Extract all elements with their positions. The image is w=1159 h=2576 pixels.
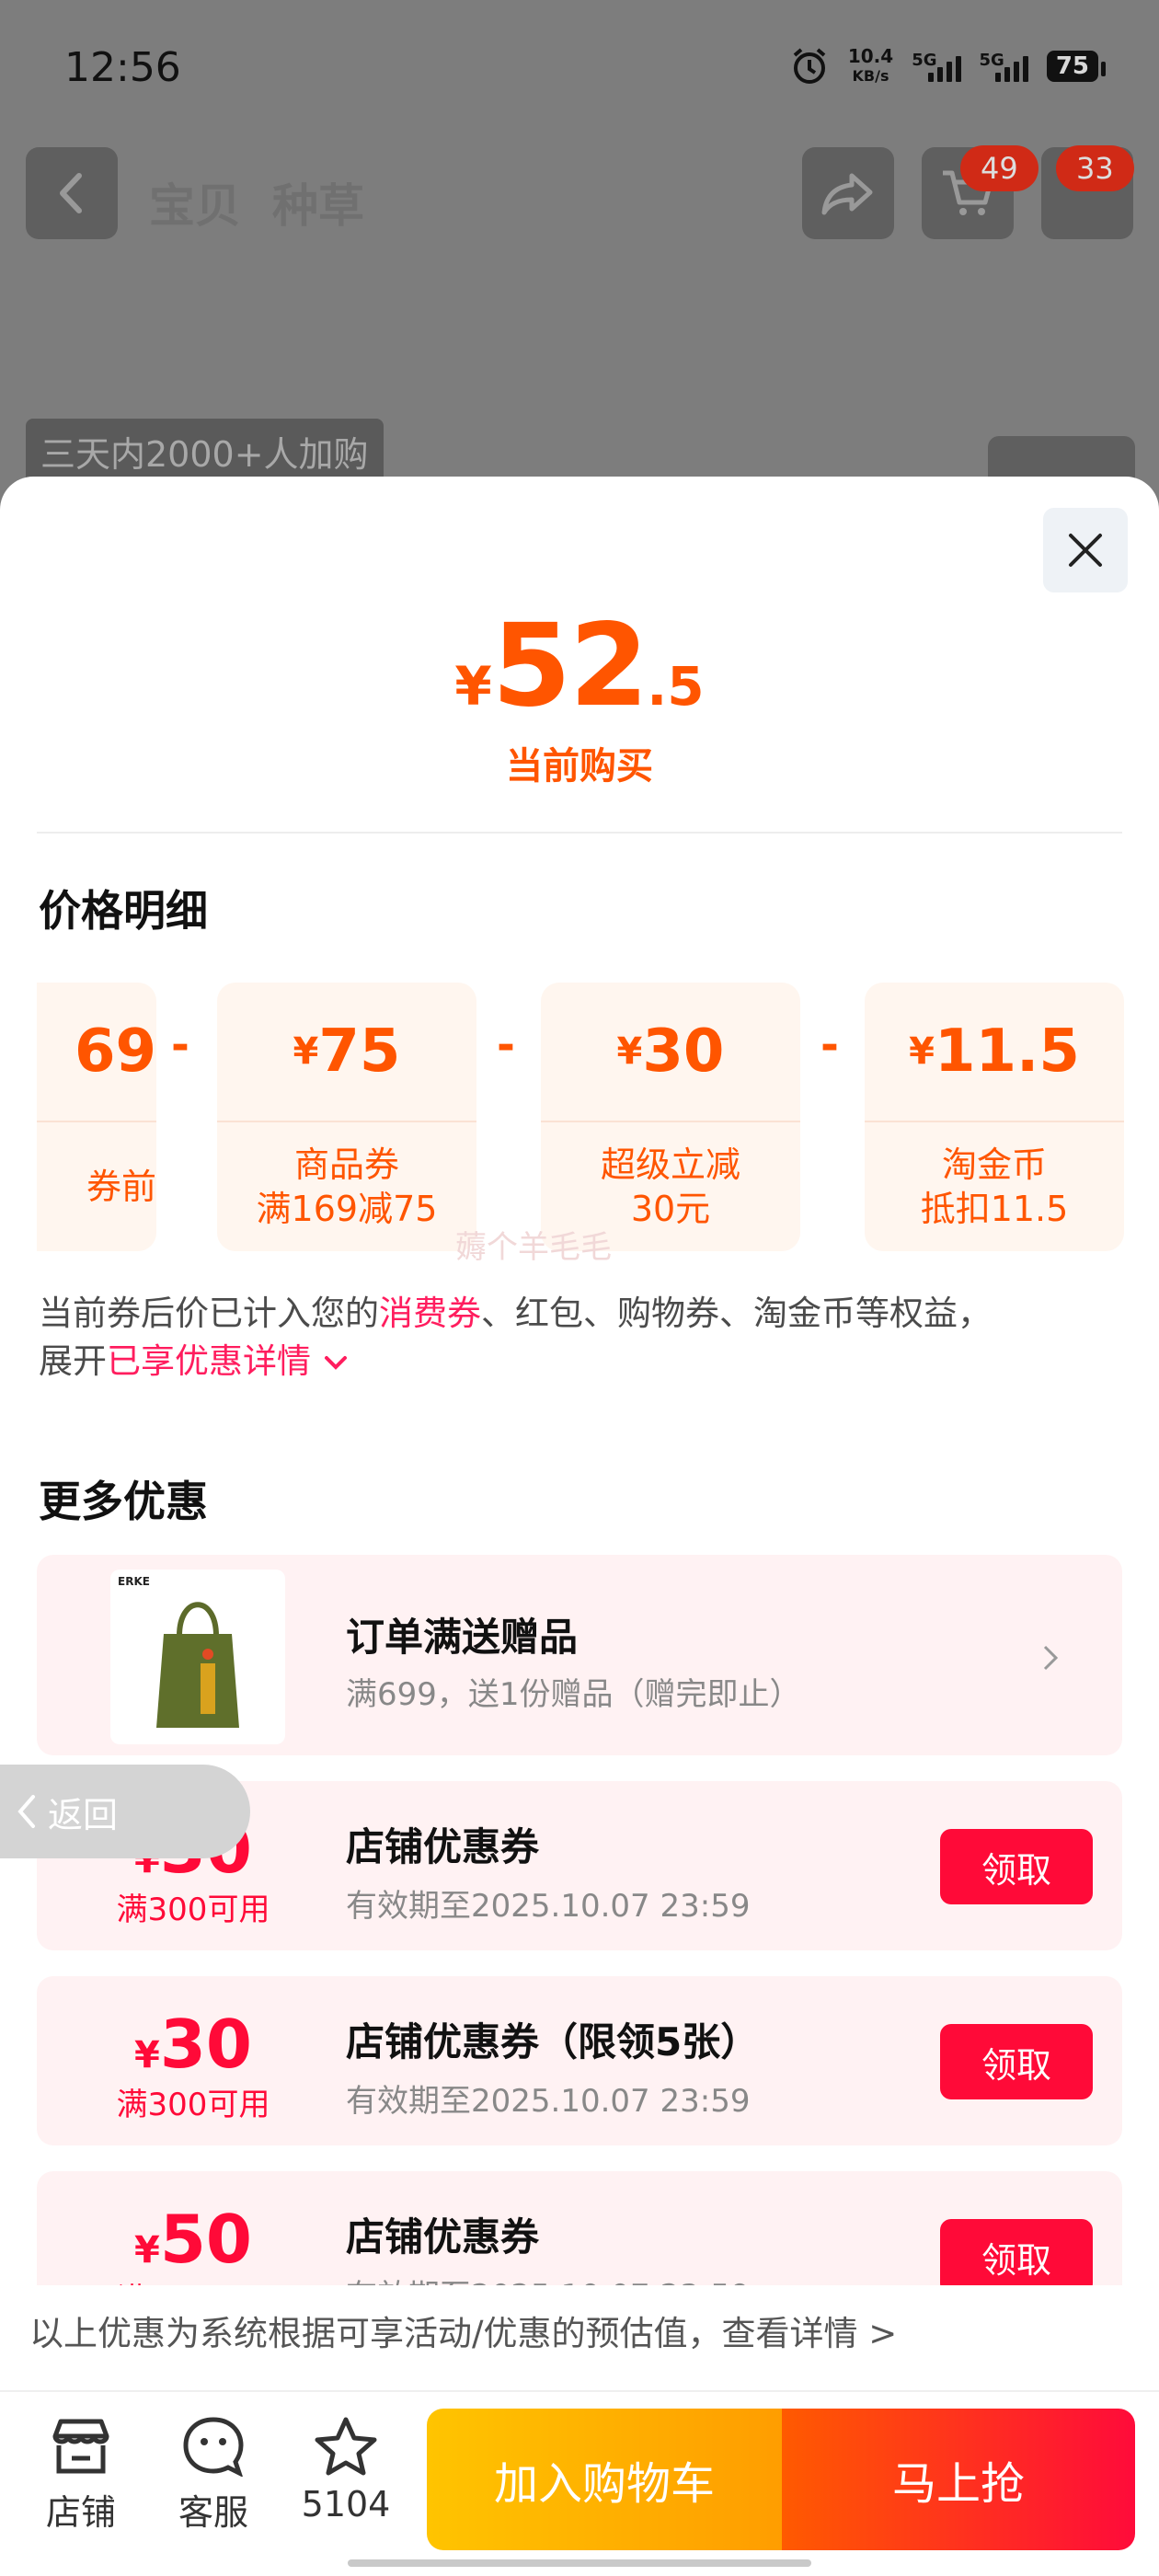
- claim-coupon-button[interactable]: 领取: [940, 1829, 1093, 1904]
- consumer-coupon-link[interactable]: 消费券: [379, 1294, 481, 1333]
- coupon-validity: 有效期至2025.10.07 23:59: [346, 1888, 751, 1925]
- hot-tag: 三天内2000+人加购: [26, 419, 384, 484]
- buy-now-button[interactable]: 马上抢: [782, 2409, 1135, 2550]
- signal-icon-2: 5G: [980, 51, 1028, 82]
- home-indicator[interactable]: [348, 2559, 811, 2567]
- gift-tote-image: ERKE: [110, 1570, 285, 1744]
- signal-icon-1: 5G: [912, 51, 961, 82]
- status-icons: 10.4 KB/s 5G 5G 75: [789, 45, 1107, 86]
- message-badge: 33: [1056, 145, 1134, 191]
- price-breakdown[interactable]: 69 券前 - ¥75 商品券 满169减75 - ¥30 超级立减 30元 - ¥…: [37, 975, 1124, 1260]
- shop-button[interactable]: 店铺: [26, 2416, 136, 2535]
- watermark: 薅个羊毛毛: [455, 1229, 612, 1266]
- status-time: 12:56: [64, 44, 181, 91]
- disclaimer-link[interactable]: 以上优惠为系统根据可享活动/优惠的预估值，查看详情 >: [0, 2285, 1159, 2392]
- gift-subtitle: 满699，送1份赠品（赠完即止）: [346, 1676, 801, 1713]
- more-offers-title: 更多优惠: [39, 1477, 208, 1526]
- price-box-instant-discount: ¥30 超级立减 30元: [541, 983, 800, 1251]
- add-to-cart-button[interactable]: 加入购物车: [427, 2409, 782, 2550]
- favorite-button[interactable]: 5104: [291, 2416, 401, 2524]
- cart-badge: 49: [960, 145, 1039, 191]
- discount-details-toggle[interactable]: 已享优惠详情: [107, 1341, 350, 1381]
- price-detail-title: 价格明细: [39, 886, 208, 936]
- claim-coupon-button[interactable]: 领取: [940, 2219, 1093, 2294]
- close-button[interactable]: [1043, 508, 1128, 592]
- price-box-coupon: ¥75 商品券 满169减75: [217, 983, 476, 1251]
- smiley-chat-icon: [183, 2417, 244, 2477]
- coupon-validity: 有效期至2025.10.07 23:59: [346, 2083, 751, 2120]
- chevron-left-icon: [60, 173, 82, 213]
- alarm-icon: [793, 48, 826, 84]
- price-box-taojinbi: ¥11.5 淘金币 抵扣11.5: [865, 983, 1124, 1251]
- minus-sign: -: [820, 1019, 839, 1071]
- coupon-title: 店铺优惠券（限领5张）: [346, 2019, 760, 2064]
- battery-icon: 75: [1046, 51, 1107, 82]
- chevron-right-icon: [1043, 1645, 1059, 1671]
- chevron-left-icon: [17, 1795, 35, 1828]
- net-speed: 10.4 KB/s: [847, 45, 894, 85]
- back-button[interactable]: [26, 147, 118, 239]
- price-note: 当前券后价已计入您的消费券、红包、购物券、淘金币等权益， 展开已享优惠详情: [39, 1294, 992, 1381]
- gift-title: 订单满送赠品: [346, 1615, 579, 1660]
- minus-sign: -: [497, 1019, 515, 1071]
- current-price-label: 当前购买: [506, 745, 653, 788]
- share-icon: [821, 173, 873, 215]
- share-button[interactable]: [802, 147, 894, 239]
- current-price: ¥52.5: [454, 600, 705, 732]
- price-box-original: 69 券前: [37, 983, 156, 1251]
- tab-baobei[interactable]: 宝贝: [149, 169, 241, 236]
- close-icon: [1069, 534, 1102, 567]
- coupon-amount: ¥30: [133, 2006, 253, 2083]
- star-icon: [315, 2417, 377, 2476]
- shop-icon: [52, 2419, 109, 2474]
- minus-sign: -: [171, 1019, 189, 1071]
- tab-zhongcao[interactable]: 种草: [272, 169, 364, 236]
- customer-service-button[interactable]: 客服: [158, 2416, 269, 2535]
- chevron-down-icon: [324, 1356, 347, 1370]
- coupon-condition: 满300可用: [116, 2087, 270, 2123]
- coupon-title: 店铺优惠券: [346, 2214, 540, 2260]
- claim-coupon-button[interactable]: 领取: [940, 2024, 1093, 2099]
- floating-back-button[interactable]: 返回: [0, 1765, 250, 1858]
- divider: [37, 832, 1122, 834]
- coupon-title: 店铺优惠券: [346, 1824, 540, 1869]
- coupon-amount: ¥50: [133, 2201, 253, 2278]
- coupon-condition: 满300可用: [116, 1892, 270, 1928]
